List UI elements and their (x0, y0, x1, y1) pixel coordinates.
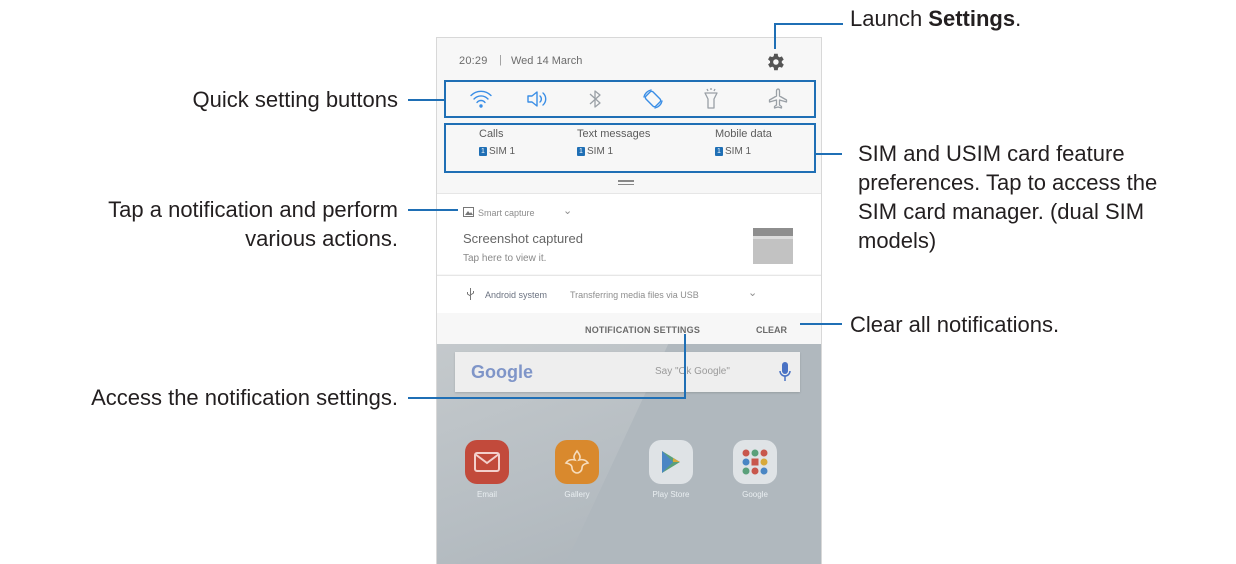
connector-line (774, 23, 776, 49)
notification-text: Transferring media files via USB (570, 290, 699, 300)
clear-button[interactable]: CLEAR (756, 325, 787, 335)
callout-tap-notification: Tap a notification and perform various a… (108, 195, 398, 253)
sim-preferences-highlight (444, 123, 816, 173)
connector-line (684, 334, 686, 399)
app-gallery[interactable]: Gallery (551, 440, 603, 499)
chevron-down-icon[interactable]: ⌄ (563, 204, 572, 217)
callout-launch-settings: Launch Settings. (850, 4, 1021, 33)
email-icon (465, 440, 509, 484)
gallery-icon (555, 440, 599, 484)
callout-line: preferences. Tap to access the (858, 170, 1158, 195)
callout-access-settings: Access the notification settings. (91, 385, 398, 410)
status-separator: | (499, 54, 502, 66)
app-label: Google (742, 490, 768, 499)
app-google-folder[interactable]: Google (729, 440, 781, 499)
notification-title: Screenshot captured (463, 231, 583, 246)
callout-bold-text: Settings (928, 6, 1016, 31)
connector-line (774, 23, 843, 25)
connector-line (408, 209, 458, 211)
callout-line: various actions. (245, 226, 398, 251)
google-folder-icon (733, 440, 777, 484)
notification-android-system[interactable]: Android system Transferring media files … (437, 275, 821, 313)
app-email[interactable]: Email (461, 440, 513, 499)
chevron-down-icon[interactable]: ⌄ (748, 286, 757, 299)
app-label: Gallery (564, 490, 590, 499)
connector-line (800, 323, 842, 325)
notification-actions: NOTIFICATION SETTINGS CLEAR (437, 314, 821, 344)
app-play-store[interactable]: Play Store (645, 440, 697, 499)
google-search-bar[interactable]: Google Say "Ok Google" (455, 352, 800, 392)
callout-text: Launch (850, 6, 929, 31)
app-label: Play Store (652, 490, 690, 499)
play-store-icon (649, 440, 693, 484)
callout-line: SIM and USIM card feature (858, 141, 1125, 166)
quick-settings-highlight (444, 80, 816, 118)
callout-text: . (1015, 6, 1022, 31)
notification-app-name: Smart capture (478, 208, 535, 218)
status-time: 20:29 (459, 55, 488, 67)
notification-app-name: Android system (485, 290, 548, 300)
connector-line (408, 99, 444, 101)
home-screen: Google Say "Ok Google" Email Gallery Pla… (437, 344, 821, 564)
settings-gear-icon[interactable] (764, 51, 786, 73)
status-bar: 20:29 | Wed 14 March (437, 38, 821, 82)
google-logo: Google (471, 362, 533, 382)
usb-icon (467, 288, 474, 300)
notification-text: Tap here to view it. (463, 253, 547, 264)
callout-line: Tap a notification and perform (108, 197, 398, 222)
panel-drag-handle[interactable] (618, 180, 634, 186)
connector-line (408, 397, 686, 399)
notification-smart-capture[interactable]: Smart capture ⌄ Screenshot captured Tap … (437, 193, 821, 274)
mic-icon[interactable] (779, 362, 791, 382)
screenshot-thumbnail (753, 228, 793, 264)
status-date: Wed 14 March (511, 55, 583, 67)
app-label: Email (476, 490, 497, 499)
callout-clear-all: Clear all notifications. (850, 312, 1060, 337)
google-search-hint: Say "Ok Google" (655, 366, 730, 377)
callout-line: models) (858, 228, 937, 253)
callout-sim-preferences: SIM and USIM card feature preferences. T… (858, 139, 1157, 255)
callout-line: SIM card manager. (dual SIM (858, 199, 1145, 224)
connector-line (816, 153, 842, 155)
notification-settings-button[interactable]: NOTIFICATION SETTINGS (585, 325, 700, 335)
image-icon (463, 207, 474, 217)
callout-quick-settings: Quick setting buttons (192, 87, 398, 112)
